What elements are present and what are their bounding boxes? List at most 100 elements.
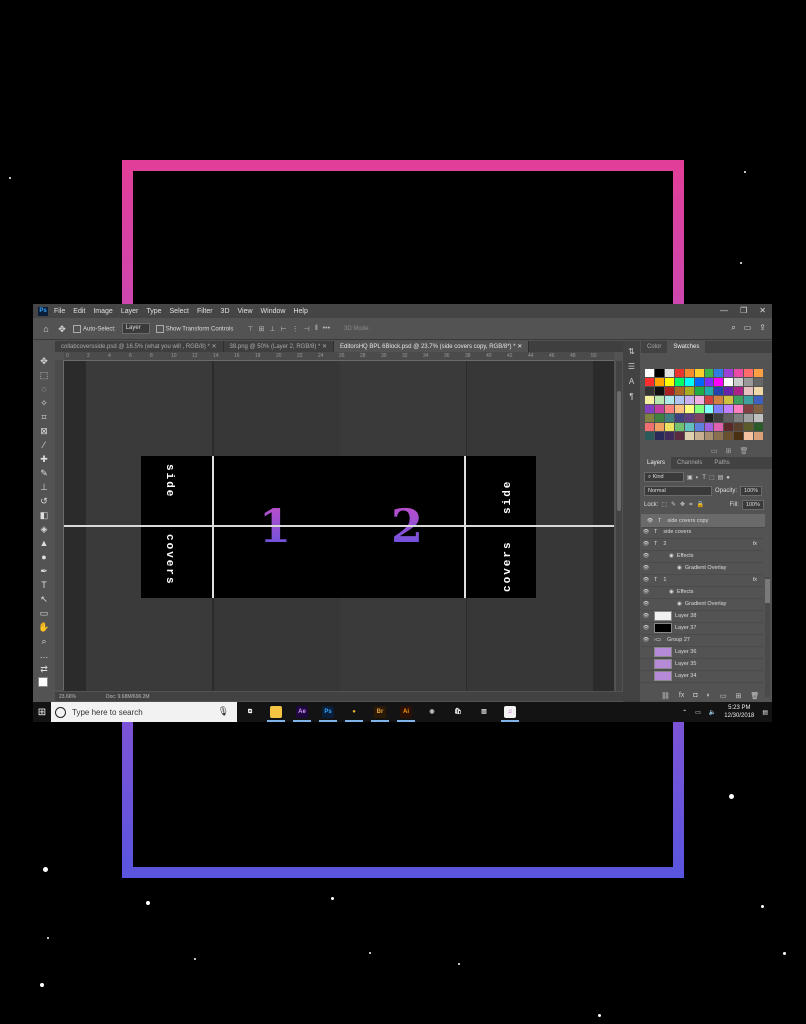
swatch[interactable] — [754, 378, 763, 386]
brush-icon[interactable]: ✎ — [38, 467, 50, 479]
swatch[interactable] — [664, 396, 674, 404]
visibility-eye-icon[interactable]: 👁 — [641, 601, 651, 607]
swatch[interactable] — [744, 369, 754, 377]
guide-vertical[interactable] — [464, 456, 466, 598]
swatch[interactable] — [664, 405, 674, 413]
new-swatch-icon[interactable]: ⊞ — [726, 447, 732, 455]
swatch[interactable] — [754, 396, 763, 404]
align-center-icon[interactable]: ⋮ — [292, 325, 299, 333]
eyedropper-icon[interactable]: ⁄ — [38, 439, 50, 451]
swatch[interactable] — [654, 378, 664, 386]
close-tab-icon[interactable]: ✕ — [322, 344, 327, 350]
visibility-eye-icon[interactable]: 👁 — [641, 541, 651, 547]
close-tab-icon[interactable]: ✕ — [517, 344, 522, 350]
swatch[interactable] — [654, 432, 664, 440]
search-icon[interactable]: ⌕ — [731, 323, 735, 333]
swatch[interactable] — [734, 414, 744, 422]
swatch[interactable] — [654, 396, 664, 404]
swatch[interactable] — [734, 432, 744, 440]
tab-channels[interactable]: Channels — [671, 457, 708, 469]
menu-select[interactable]: Select — [170, 308, 189, 315]
swatch[interactable] — [714, 369, 724, 377]
swatch[interactable] — [704, 369, 714, 377]
swatch[interactable] — [724, 405, 734, 413]
taskbar-search[interactable]: Type here to search 🎙 — [51, 702, 237, 722]
swatch[interactable] — [654, 369, 664, 377]
swatch[interactable] — [684, 405, 694, 413]
restore-icon[interactable]: ❐ — [740, 306, 747, 315]
move-icon[interactable]: ✥ — [38, 355, 50, 367]
transform-controls-checkbox[interactable]: Show Transform Controls — [155, 324, 233, 333]
swatch[interactable] — [754, 414, 763, 422]
photoshop-taskbar-button[interactable]: Ps — [315, 702, 341, 722]
swatch[interactable] — [744, 378, 754, 386]
swatch[interactable] — [674, 378, 684, 386]
swatch[interactable] — [734, 423, 744, 431]
visibility-eye-icon[interactable]: 👁 — [641, 637, 651, 643]
scroll-thumb[interactable] — [765, 579, 770, 603]
zoom-level[interactable]: 23.66% — [59, 694, 76, 700]
swatch[interactable] — [654, 405, 664, 413]
swatch[interactable] — [744, 387, 754, 395]
illustrator-taskbar-button[interactable]: Ai — [393, 702, 419, 722]
swatch[interactable] — [704, 396, 714, 404]
swatch[interactable] — [704, 378, 714, 386]
swatch[interactable] — [754, 432, 763, 440]
visibility-eye-icon[interactable]: 👁 — [641, 529, 651, 535]
blend-mode-dropdown[interactable]: Normal — [644, 486, 712, 496]
swatch[interactable] — [674, 396, 684, 404]
character-icon[interactable]: A — [629, 377, 634, 386]
swatch[interactable] — [674, 369, 684, 377]
type-icon[interactable]: T — [38, 579, 50, 591]
dodge-icon[interactable]: ● — [38, 551, 50, 563]
tab-paths[interactable]: Paths — [708, 457, 735, 469]
share-icon[interactable]: ⇪ — [759, 323, 766, 333]
visibility-eye-icon[interactable]: 👁 — [641, 625, 651, 631]
path-select-icon[interactable]: ↖ — [38, 593, 50, 605]
minimize-icon[interactable]: — — [720, 306, 728, 315]
menu-type[interactable]: Type — [146, 308, 161, 315]
swatch[interactable] — [744, 396, 754, 404]
menu-3d[interactable]: 3D — [221, 308, 230, 315]
swatch[interactable] — [684, 414, 694, 422]
menu-view[interactable]: View — [238, 308, 253, 315]
foreground-background-icon[interactable] — [38, 677, 50, 689]
fill-input[interactable]: 100% — [741, 500, 764, 510]
link-icon[interactable]: ⛓ — [661, 692, 670, 700]
swatch[interactable] — [684, 432, 694, 440]
swatch[interactable] — [714, 432, 724, 440]
swatch[interactable] — [645, 423, 654, 431]
more-icon[interactable]: ••• — [323, 325, 330, 333]
swatch[interactable] — [694, 369, 704, 377]
align-bottom-icon[interactable]: ⊥ — [269, 325, 275, 333]
swatch[interactable] — [754, 369, 763, 377]
home-icon[interactable]: ⌂ — [41, 324, 51, 334]
swatch[interactable] — [645, 387, 654, 395]
lock-icons[interactable]: ⬚✎✥⌗🔒 — [661, 501, 708, 509]
canvas-area[interactable]: side covers side covers 1 2 — [64, 361, 614, 691]
fx-badge[interactable]: fx — [753, 541, 757, 547]
swap-colors-icon[interactable]: ⇄ — [38, 663, 50, 675]
auto-select-dropdown[interactable]: Layer — [121, 323, 150, 334]
swatch[interactable] — [645, 432, 654, 440]
swatch[interactable] — [714, 405, 724, 413]
swatch[interactable] — [754, 405, 763, 413]
filter-icons[interactable]: ▣◐T⬚▤● — [687, 474, 733, 481]
menu-edit[interactable]: Edit — [73, 308, 85, 315]
visibility-eye-icon[interactable]: 👁 — [641, 589, 651, 595]
align-left-icon[interactable]: ⊢ — [281, 325, 287, 333]
frame-icon[interactable]: ⊠ — [38, 425, 50, 437]
swatch[interactable] — [645, 396, 654, 404]
chrome-taskbar-button[interactable]: ● — [341, 702, 367, 722]
windows-start-icon[interactable]: ⊞ — [33, 702, 51, 722]
hand-icon[interactable]: ✋ — [38, 621, 50, 633]
crop-icon[interactable]: ⌗ — [38, 411, 50, 423]
obs-taskbar-button[interactable]: ◉ — [419, 702, 445, 722]
volume-icon[interactable]: 🔈 — [709, 709, 716, 716]
tab-collabcoversside[interactable]: collabcoversside.psd @ 16.5% (what you w… — [55, 341, 224, 352]
swatch[interactable] — [674, 414, 684, 422]
swatch[interactable] — [724, 378, 734, 386]
adjustment-icon[interactable]: ◐ — [707, 692, 711, 700]
swatch[interactable] — [654, 414, 664, 422]
swatch[interactable] — [694, 378, 704, 386]
